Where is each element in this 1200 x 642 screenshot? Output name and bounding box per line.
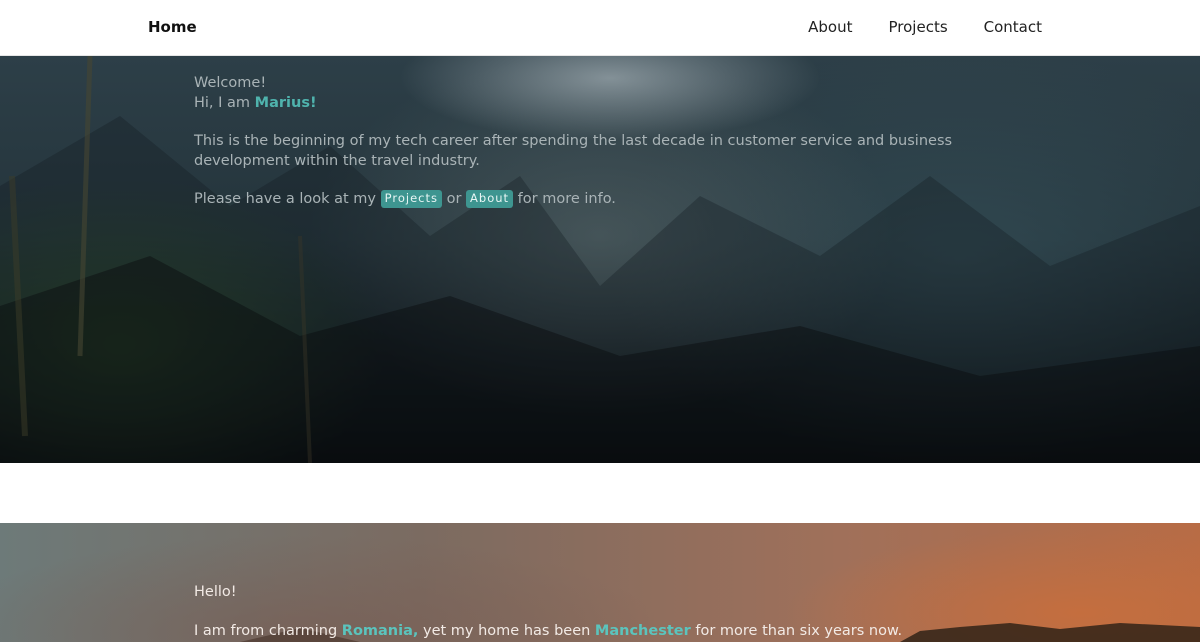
navbar: Home About Projects Contact	[0, 0, 1200, 56]
greeting-prefix: Hi, I am	[194, 94, 255, 111]
cta-prefix: Please have a look at my	[194, 191, 381, 207]
hello-heading: Hello!	[194, 584, 237, 600]
about-pill-link[interactable]: About	[466, 190, 514, 208]
about-text: Hello! I am from charming Romania, yet m…	[194, 583, 994, 642]
cta-or: or	[441, 191, 467, 207]
nav-projects-link[interactable]: Projects	[889, 18, 948, 36]
about-section: Hello! I am from charming Romania, yet m…	[0, 523, 1200, 642]
cta-suffix: for more info.	[513, 191, 616, 207]
greeting-line: Hi, I am Marius!	[194, 94, 954, 114]
projects-pill-link[interactable]: Projects	[380, 190, 442, 208]
nav-contact-link[interactable]: Contact	[984, 18, 1042, 36]
nav-home-link[interactable]: Home	[148, 18, 197, 36]
origin-line: I am from charming Romania, yet my home …	[194, 622, 994, 642]
origin-prefix: I am from charming	[194, 622, 342, 639]
intro-text: This is the beginning of my tech career …	[194, 133, 953, 169]
nav-links: About Projects Contact	[808, 18, 1042, 36]
highlighted-country: Romania,	[341, 622, 419, 639]
nav-about-link[interactable]: About	[808, 18, 852, 36]
highlighted-city: Manchester	[594, 622, 691, 639]
origin-suffix: for more than six years now.	[690, 622, 903, 639]
cta-line: Please have a look at my Projects or Abo…	[194, 190, 954, 210]
origin-middle: yet my home has been	[418, 622, 595, 639]
highlighted-name: Marius!	[254, 94, 317, 111]
hero-text: Welcome! Hi, I am Marius! This is the be…	[194, 74, 954, 229]
welcome-text: Welcome!	[194, 75, 267, 91]
hero-section: Welcome! Hi, I am Marius! This is the be…	[0, 56, 1200, 463]
